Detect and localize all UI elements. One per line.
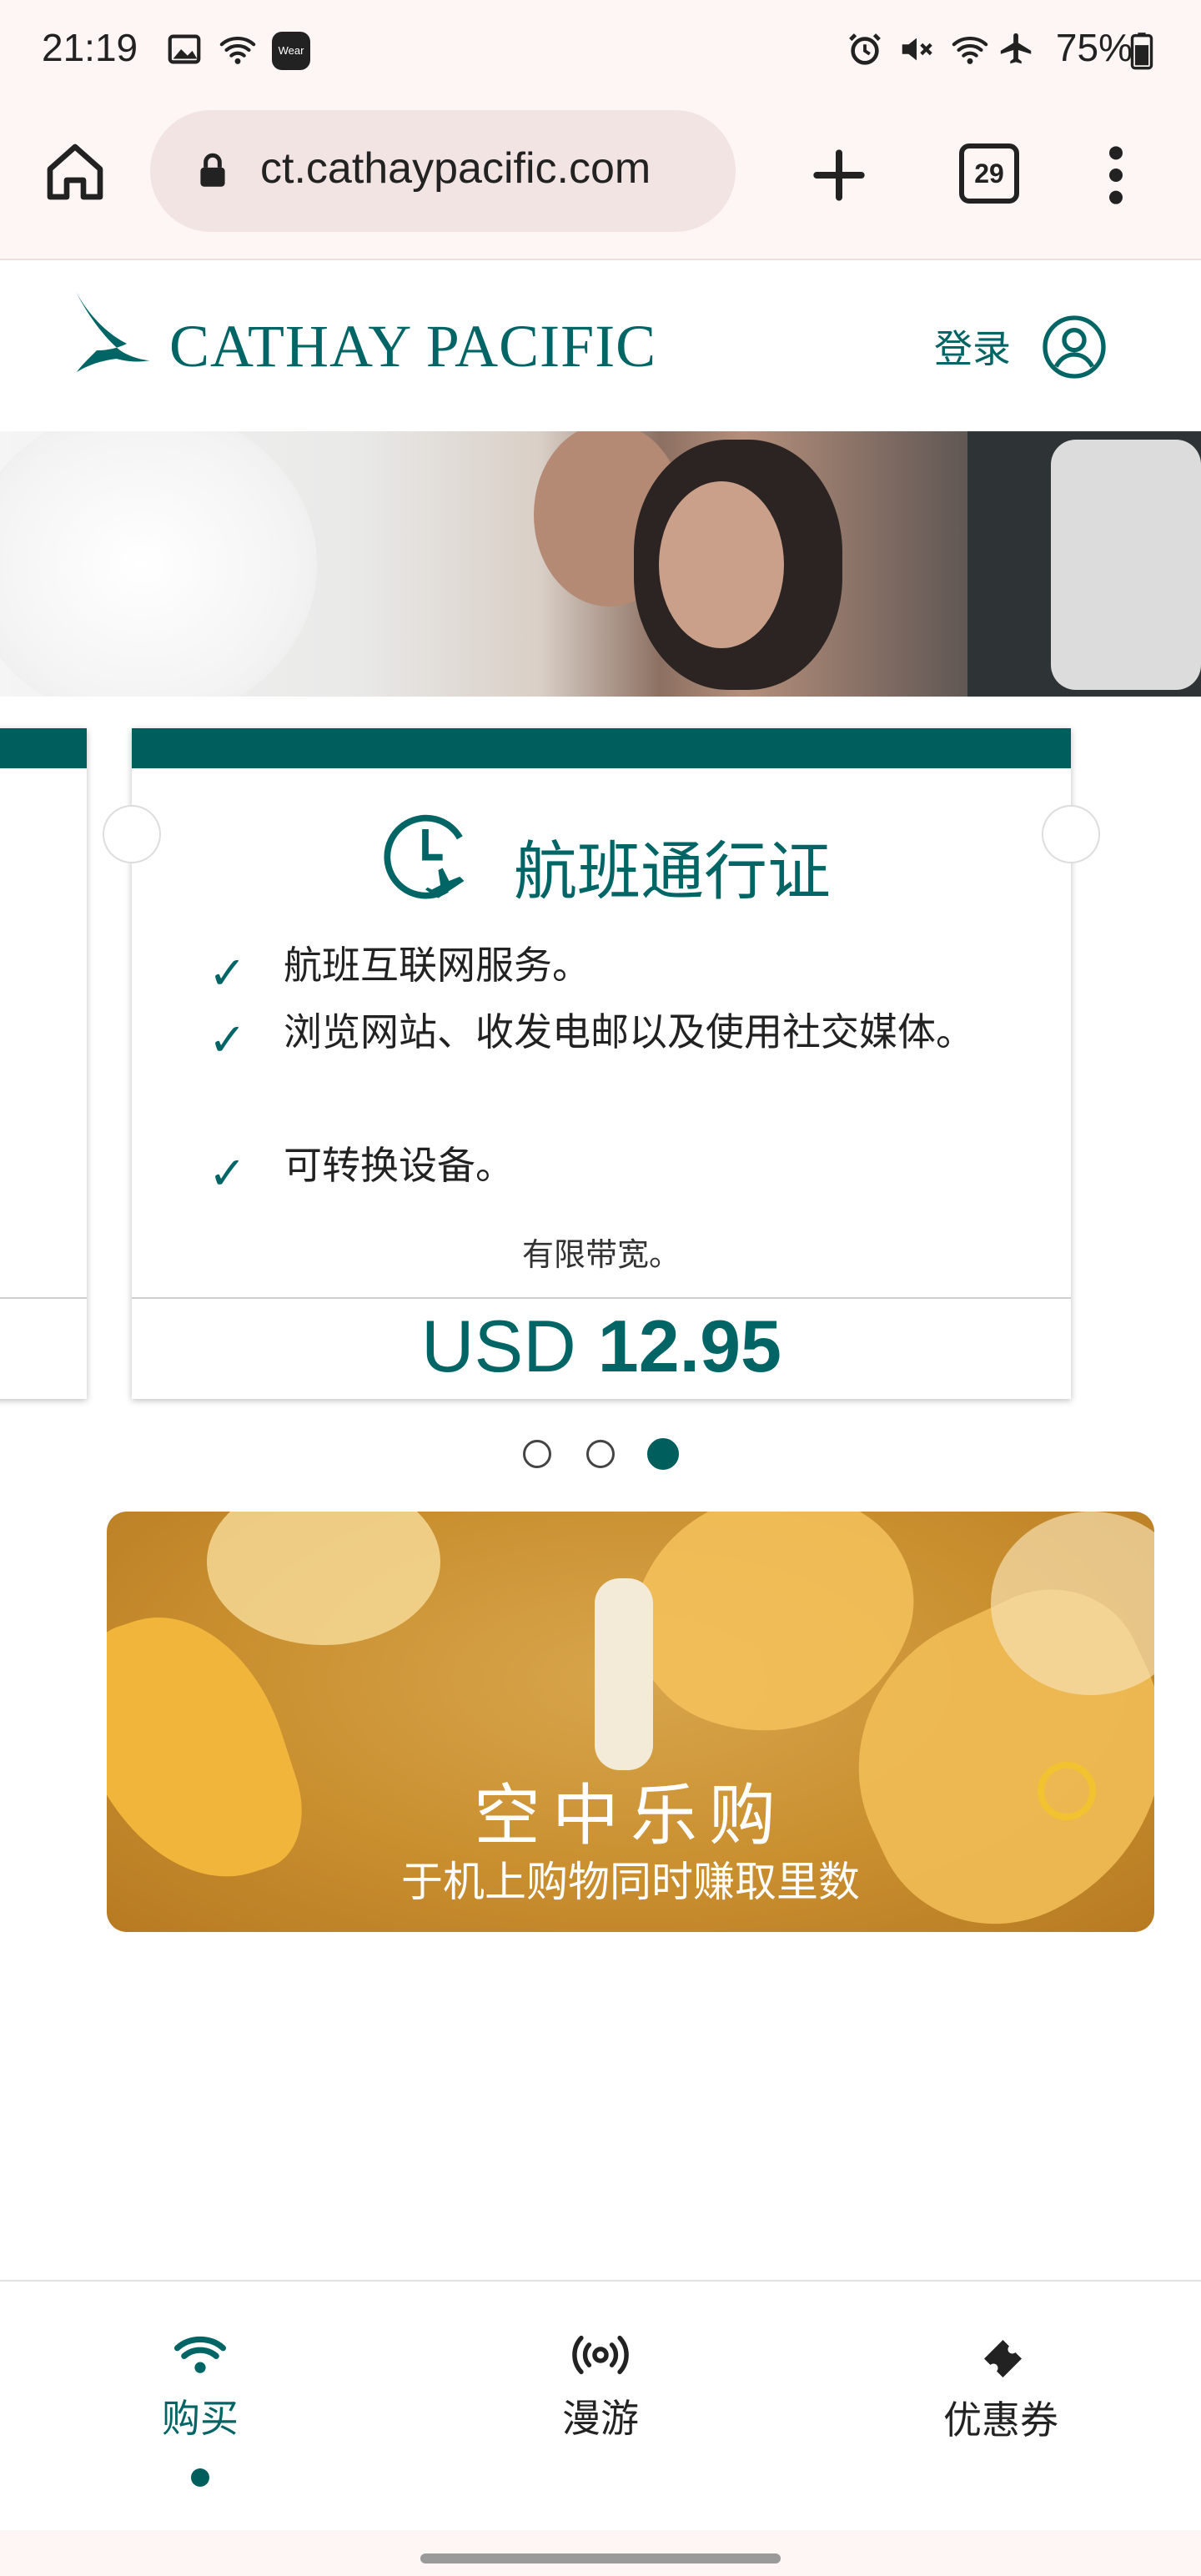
battery-percentage: 75% [1055, 26, 1133, 69]
browser-toolbar: ct.cathaypacific.com 29 [0, 108, 1201, 260]
wifi-icon [173, 2336, 227, 2373]
nav-label: 购买 [162, 2396, 239, 2441]
tab-switcher-button[interactable]: 29 [959, 143, 1019, 204]
jumping-person [595, 1578, 653, 1770]
plan-title: 航班通行证 [514, 834, 831, 908]
wifi-icon [219, 36, 256, 64]
check-icon: ✓ [209, 1147, 247, 1200]
divider [132, 1297, 1071, 1299]
airplane-window [0, 431, 317, 697]
roaming-icon [572, 2335, 629, 2375]
account-icon[interactable] [1041, 314, 1108, 380]
price-currency: USD [420, 1305, 576, 1387]
battery-icon [1130, 33, 1153, 70]
gesture-handle[interactable] [420, 2553, 781, 2563]
nav-label: 优惠券 [943, 2397, 1058, 2443]
nav-active-indicator [191, 2468, 209, 2487]
alarm-icon [849, 33, 881, 65]
card-top-bar [132, 728, 1071, 768]
card-notch [103, 805, 161, 863]
voucher-icon [984, 2340, 1022, 2377]
promo-title: 空中乐购 [474, 1777, 787, 1854]
status-time: 21:19 [42, 26, 138, 69]
airplane-icon [1000, 33, 1032, 64]
mute-icon [902, 38, 932, 61]
status-bar: 21:19 Wear 75% [0, 0, 1201, 108]
feature-item: 浏览网站、收发电邮以及使用社交媒体。 [284, 1009, 974, 1054]
nav-item-vouchers[interactable]: 优惠券 [876, 2332, 1126, 2445]
image-icon [168, 34, 201, 64]
promo-banner[interactable]: 空中乐购 于机上购物同时赚取里数 [107, 1512, 1154, 1932]
nav-label: 漫游 [562, 2396, 639, 2441]
wear-icon: Wear [272, 32, 310, 70]
more-options-icon[interactable] [1099, 142, 1133, 209]
gesture-area [0, 2530, 1201, 2576]
promo-subtitle: 于机上购物同时赚取里数 [401, 1858, 860, 1906]
bottom-navigation: 购买 漫游 优惠券 [0, 2280, 1201, 2532]
hero-image [0, 431, 1201, 697]
card-top-bar [0, 728, 87, 768]
seat-headrest [1051, 440, 1201, 690]
clock-plane-icon [384, 814, 465, 899]
plan-card-previous[interactable] [0, 728, 87, 1399]
fabric-decoration [207, 1512, 440, 1645]
feature-item: 航班互联网服务。 [284, 943, 590, 988]
brand-name[interactable]: CATHAY PACIFIC [169, 312, 656, 381]
card-notch [1042, 805, 1100, 863]
divider [0, 1297, 87, 1299]
plan-price: USD 12.95 [132, 1304, 1071, 1389]
lock-icon[interactable] [192, 150, 234, 192]
price-value: 12.95 [597, 1305, 781, 1387]
carousel-dot-1[interactable] [523, 1440, 551, 1468]
carousel-dot-3-active[interactable] [647, 1438, 679, 1470]
plan-card[interactable]: 航班通行证 ✓ 航班互联网服务。 ✓ 浏览网站、收发电邮以及使用社交媒体。 ✓ … [103, 728, 1100, 1399]
check-icon: ✓ [209, 1014, 247, 1066]
wifi-icon [952, 36, 988, 64]
url-text[interactable]: ct.cathaypacific.com [260, 143, 651, 194]
plan-note: 有限带宽。 [521, 1236, 681, 1273]
login-link[interactable]: 登录 [934, 319, 1011, 374]
site-header: CATHAY PACIFIC 登录 [0, 260, 1201, 431]
carousel-dot-2[interactable] [586, 1440, 615, 1468]
address-bar[interactable]: ct.cathaypacific.com [150, 110, 736, 232]
feature-item: 可转换设备。 [284, 1143, 514, 1188]
cathay-logo-icon[interactable] [70, 284, 153, 374]
home-icon[interactable] [42, 138, 108, 205]
check-icon: ✓ [209, 947, 247, 999]
nav-item-buy[interactable]: 购买 [75, 2332, 325, 2443]
nav-item-roaming[interactable]: 漫游 [475, 2332, 726, 2443]
new-tab-icon[interactable] [806, 142, 872, 209]
passenger-face [659, 481, 784, 648]
